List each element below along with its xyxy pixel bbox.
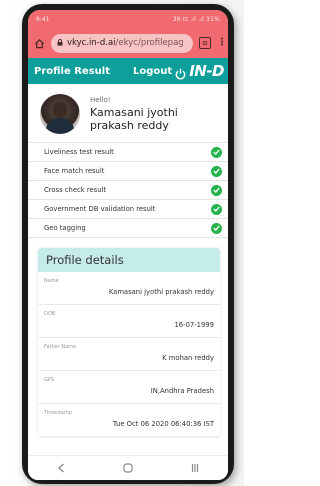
- detail-field-timestamp: Timestamp Tue Oct 06 2020 06:40:36 IST: [38, 404, 220, 437]
- verification-checks: Liveliness test result Face match result…: [28, 143, 228, 238]
- detail-field-name: Name Kamasani jyothi prakash reddy: [38, 272, 220, 305]
- home-icon[interactable]: [120, 460, 136, 476]
- app-header: Profile Result Logout IN-D: [28, 58, 228, 84]
- profile-details-card: Profile details Name Kamasani jyothi pra…: [38, 248, 220, 437]
- back-icon[interactable]: [53, 460, 69, 476]
- detail-field-father-name: Father Name K mohan reddy: [38, 338, 220, 371]
- field-label: Name: [44, 278, 59, 284]
- browser-menu-icon[interactable]: ⋮: [217, 38, 227, 48]
- field-label: Timestamp: [44, 410, 72, 416]
- check-label: Government DB validation result: [44, 205, 156, 213]
- check-row-geo-tagging: Geo tagging: [28, 219, 228, 238]
- check-success-icon: [211, 165, 222, 177]
- header-actions: Logout IN-D: [133, 62, 224, 80]
- field-label: GPS: [44, 377, 55, 383]
- field-value: 16-07-1999: [174, 321, 214, 329]
- detail-field-gps: GPS IN,Andhra Pradesh: [38, 371, 220, 404]
- details-header: Profile details: [38, 248, 220, 272]
- check-row-gov-db: Government DB validation result: [28, 200, 228, 219]
- logout-button[interactable]: Logout: [133, 66, 172, 77]
- field-label: DOB: [44, 311, 56, 317]
- status-indicators: 36 ⊡ .ıl .ıl 31%: [172, 15, 220, 23]
- recents-icon[interactable]: [187, 460, 203, 476]
- brand-logo: IN-D: [189, 62, 224, 80]
- greeting-text: Hello!: [90, 96, 111, 104]
- profile-card: Hello! Kamasani jyothi prakash reddy: [28, 84, 228, 143]
- home-icon[interactable]: [33, 37, 45, 49]
- status-time: 6:41: [36, 15, 50, 23]
- phone-screen: 6:41 36 ⊡ .ıl .ıl 31% vkyc.in-d.ai/ekyc/…: [28, 10, 228, 480]
- page-title: Profile Result: [34, 65, 110, 77]
- field-value: IN,Andhra Pradesh: [150, 387, 214, 395]
- status-bar: 6:41 36 ⊡ .ıl .ıl 31%: [28, 10, 228, 28]
- user-name: Kamasani jyothi prakash reddy: [90, 106, 178, 132]
- system-nav-bar: [28, 455, 228, 480]
- field-value: K mohan reddy: [162, 354, 214, 362]
- field-label: Father Name: [44, 344, 77, 350]
- address-bar[interactable]: vkyc.in-d.ai/ekyc/profilepag: [51, 33, 193, 53]
- check-label: Cross check result: [44, 186, 107, 194]
- browser-toolbar: vkyc.in-d.ai/ekyc/profilepag ⊡ ⋮: [28, 28, 228, 58]
- greeting-block: Hello! Kamasani jyothi prakash reddy: [90, 96, 220, 132]
- check-label: Liveliness test result: [44, 148, 114, 156]
- check-label: Geo tagging: [44, 224, 86, 232]
- tab-switcher-button[interactable]: ⊡: [199, 37, 211, 49]
- field-value: Kamasani jyothi prakash reddy: [108, 288, 214, 296]
- field-value: Tue Oct 06 2020 06:40:36 IST: [112, 420, 214, 428]
- check-label: Face match result: [44, 167, 105, 175]
- check-row-liveliness: Liveliness test result: [28, 143, 228, 162]
- check-success-icon: [211, 203, 222, 215]
- avatar: [40, 94, 80, 134]
- logout-icon[interactable]: [175, 65, 186, 80]
- url-host: vkyc.in-d.ai: [67, 38, 116, 48]
- url-path: /ekyc/profilepag: [115, 38, 184, 48]
- check-row-cross-check: Cross check result: [28, 181, 228, 200]
- check-success-icon: [211, 222, 222, 234]
- check-success-icon: [211, 184, 222, 196]
- check-row-face-match: Face match result: [28, 162, 228, 181]
- check-success-icon: [211, 146, 222, 158]
- lock-icon: [57, 38, 63, 48]
- detail-field-dob: DOB 16-07-1999: [38, 305, 220, 338]
